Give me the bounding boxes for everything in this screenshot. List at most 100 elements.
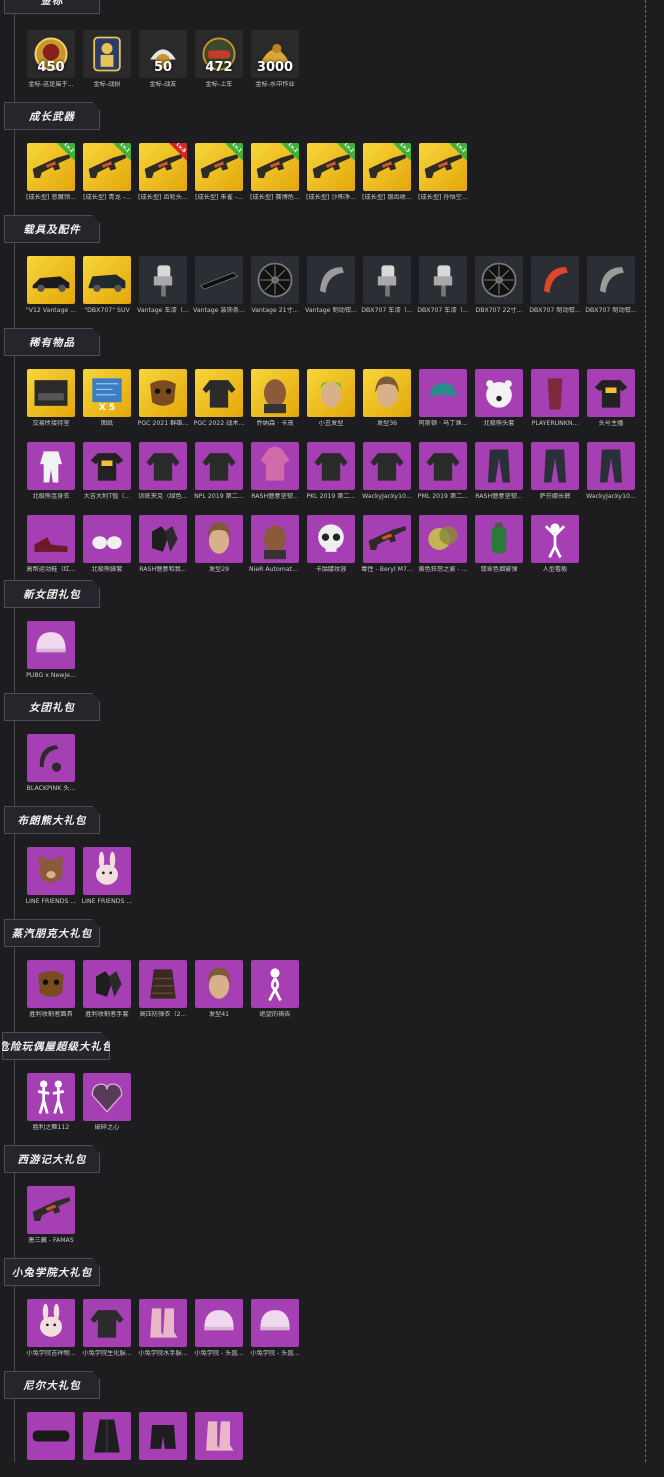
- inventory-item[interactable]: 高帮运动鞋（红...: [26, 515, 76, 574]
- inventory-item[interactable]: PUBG x NewJe...: [26, 621, 76, 680]
- inventory-item[interactable]: 训练夹克（绿色...: [138, 442, 188, 501]
- inventory-item[interactable]: NPL 2019 第二...: [194, 442, 244, 501]
- item-thumbnail[interactable]: [27, 1186, 75, 1234]
- inventory-item[interactable]: Lv.2 [成长型] 恶魔领...: [26, 143, 76, 202]
- item-thumbnail[interactable]: [27, 960, 75, 1008]
- inventory-item[interactable]: Vantage 装饰条...: [193, 256, 245, 315]
- inventory-item[interactable]: 乔纳森 · 卡茂: [251, 369, 299, 428]
- inventory-item[interactable]: 交易所接待室: [27, 369, 75, 428]
- inventory-item[interactable]: WackyJacky10...: [362, 442, 412, 501]
- inventory-item[interactable]: 唐三藏 - FAMAS: [27, 1186, 75, 1245]
- inventory-item[interactable]: "V12 Vantage ...: [26, 256, 76, 315]
- inventory-item[interactable]: RASH惬意坚韧...: [475, 442, 523, 501]
- inventory-item[interactable]: Vantage 车漆（...: [137, 256, 189, 315]
- inventory-item[interactable]: BLACKPINK 头...: [27, 734, 75, 793]
- inventory-item[interactable]: PGC 2021 群雄...: [138, 369, 188, 428]
- item-thumbnail[interactable]: [531, 515, 579, 563]
- item-thumbnail[interactable]: 450: [27, 30, 75, 78]
- item-thumbnail[interactable]: Lv.2: [27, 143, 75, 191]
- item-thumbnail[interactable]: [251, 369, 299, 417]
- item-thumbnail[interactable]: [27, 369, 75, 417]
- item-thumbnail[interactable]: [587, 256, 635, 304]
- item-thumbnail[interactable]: [475, 369, 523, 417]
- item-thumbnail[interactable]: [27, 734, 75, 782]
- item-thumbnail[interactable]: [27, 515, 75, 563]
- inventory-item[interactable]: [27, 1412, 75, 1463]
- item-thumbnail[interactable]: [139, 442, 187, 490]
- inventory-item[interactable]: 小兔学院吉祥物...: [26, 1299, 76, 1358]
- inventory-item[interactable]: Lv.1 [成长型] 朱雀 -...: [195, 143, 243, 202]
- item-thumbnail[interactable]: [363, 369, 411, 417]
- inventory-item[interactable]: 发型36: [363, 369, 411, 428]
- inventory-item[interactable]: 翡翠色烟雾弹: [475, 515, 523, 574]
- inventory-item[interactable]: DBX707 车漆（...: [417, 256, 469, 315]
- inventory-item[interactable]: 人型看板: [531, 515, 579, 574]
- inventory-item[interactable]: Lv.3 [成长型] 银齿收...: [362, 143, 412, 202]
- item-thumbnail[interactable]: [27, 847, 75, 895]
- inventory-item[interactable]: 小兔学院 - 头盔...: [250, 1299, 300, 1358]
- item-thumbnail[interactable]: [83, 1412, 131, 1460]
- item-thumbnail[interactable]: [587, 369, 635, 417]
- inventory-item[interactable]: PGC 2022 战术...: [194, 369, 244, 428]
- inventory-item[interactable]: 黄色狂怒之雾 - ...: [418, 515, 468, 574]
- item-thumbnail[interactable]: [195, 1412, 243, 1460]
- item-thumbnail[interactable]: [307, 256, 355, 304]
- inventory-item[interactable]: 胜利之舞112: [27, 1073, 75, 1132]
- item-thumbnail[interactable]: [139, 256, 187, 304]
- item-thumbnail[interactable]: [27, 442, 75, 490]
- inventory-item[interactable]: 金标-战损: [83, 30, 131, 89]
- inventory-item[interactable]: 3000 金标-水中作业: [251, 30, 299, 89]
- item-thumbnail[interactable]: [83, 1073, 131, 1121]
- item-thumbnail[interactable]: [307, 515, 355, 563]
- item-thumbnail[interactable]: Lv.1: [83, 143, 131, 191]
- item-thumbnail[interactable]: [195, 442, 243, 490]
- inventory-item[interactable]: Lv.1 [成长型] 青龙 -...: [83, 143, 131, 202]
- inventory-item[interactable]: X 5 图纸: [83, 369, 131, 428]
- inventory-item[interactable]: 472 金标-上车: [195, 30, 243, 89]
- inventory-item[interactable]: LINE FRIENDS ...: [26, 847, 76, 906]
- item-thumbnail[interactable]: [195, 369, 243, 417]
- inventory-item[interactable]: 北极熊脚套: [83, 515, 131, 574]
- inventory-item[interactable]: 绝望的祷告: [251, 960, 299, 1019]
- inventory-item[interactable]: 450 金标-这是属于...: [27, 30, 75, 89]
- inventory-item[interactable]: 大吉大利T恤（...: [83, 442, 131, 501]
- item-thumbnail[interactable]: [531, 442, 579, 490]
- inventory-item[interactable]: Vantage 制动钳...: [305, 256, 357, 315]
- item-thumbnail[interactable]: Lv.2: [419, 143, 467, 191]
- item-thumbnail[interactable]: 3000: [251, 30, 299, 78]
- inventory-item[interactable]: 萨芬娜长裤: [531, 442, 579, 501]
- item-thumbnail[interactable]: [83, 847, 131, 895]
- item-thumbnail[interactable]: [27, 1073, 75, 1121]
- item-thumbnail[interactable]: [139, 369, 187, 417]
- item-thumbnail[interactable]: [83, 515, 131, 563]
- item-thumbnail[interactable]: [83, 256, 131, 304]
- item-thumbnail[interactable]: 472: [195, 30, 243, 78]
- inventory-item[interactable]: 卡骷髅妆容: [307, 515, 355, 574]
- item-thumbnail[interactable]: [139, 1412, 187, 1460]
- inventory-item[interactable]: Lv.2 [成长型] 赛博危...: [250, 143, 300, 202]
- item-thumbnail[interactable]: [139, 515, 187, 563]
- inventory-item[interactable]: 高压防弹衣（2...: [139, 960, 187, 1019]
- item-thumbnail[interactable]: Lv.2: [251, 143, 299, 191]
- item-thumbnail[interactable]: [475, 442, 523, 490]
- inventory-item[interactable]: 小兔学院生化服...: [82, 1299, 132, 1358]
- item-thumbnail[interactable]: [363, 515, 411, 563]
- item-thumbnail[interactable]: [27, 1299, 75, 1347]
- item-thumbnail[interactable]: [251, 1299, 299, 1347]
- item-thumbnail[interactable]: [139, 960, 187, 1008]
- inventory-item[interactable]: 阿斯顿 · 马丁渔...: [419, 369, 467, 428]
- item-thumbnail[interactable]: [251, 256, 299, 304]
- item-thumbnail[interactable]: [587, 442, 635, 490]
- inventory-item[interactable]: 胜利收割者手套: [83, 960, 131, 1019]
- inventory-item[interactable]: 小兔学院 - 头盔...: [194, 1299, 244, 1358]
- inventory-item[interactable]: DBX707 车漆（...: [361, 256, 413, 315]
- item-thumbnail[interactable]: Lv.8: [139, 143, 187, 191]
- item-thumbnail[interactable]: [27, 1412, 75, 1460]
- item-thumbnail[interactable]: Lv.1: [195, 143, 243, 191]
- inventory-item[interactable]: 小丑发型: [307, 369, 355, 428]
- item-thumbnail[interactable]: 50: [139, 30, 187, 78]
- inventory-item[interactable]: 发型29: [195, 515, 243, 574]
- inventory-item[interactable]: PLAYERUNKN...: [531, 369, 579, 428]
- item-thumbnail[interactable]: [251, 960, 299, 1008]
- item-thumbnail[interactable]: [195, 960, 243, 1008]
